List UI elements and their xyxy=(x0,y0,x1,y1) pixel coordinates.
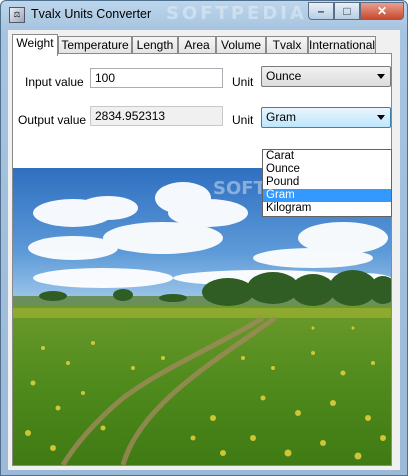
maximize-icon: □ xyxy=(343,4,351,18)
tab-international[interactable]: International xyxy=(308,36,376,54)
close-icon: ✕ xyxy=(376,4,388,18)
close-button[interactable]: ✕ xyxy=(360,2,404,20)
tab-area[interactable]: Area xyxy=(178,36,216,54)
tab-tvalx[interactable]: Tvalx xyxy=(266,36,308,54)
title-bar[interactable]: ⚖ Tvalx Units Converter SOFTPEDIA – □ ✕ xyxy=(1,1,407,29)
input-unit-select[interactable]: Ounce xyxy=(261,66,391,87)
minimize-icon: – xyxy=(317,4,325,18)
tab-volume[interactable]: Volume xyxy=(216,36,266,54)
output-unit-dropdown-list[interactable]: Carat Ounce Pound Gram Kilogram xyxy=(262,149,392,217)
tab-temperature[interactable]: Temperature xyxy=(58,36,132,54)
tab-length[interactable]: Length xyxy=(132,36,178,54)
weight-panel: Input value 100 Unit Ounce Output value … xyxy=(12,53,392,466)
dropdown-option-gram[interactable]: Gram xyxy=(263,189,391,202)
input-unit-value: Ounce xyxy=(266,69,302,83)
maximize-button[interactable]: □ xyxy=(334,2,360,20)
dropdown-option-carat[interactable]: Carat xyxy=(263,150,391,163)
output-unit-select[interactable]: Gram xyxy=(261,107,391,128)
app-window: ⚖ Tvalx Units Converter SOFTPEDIA – □ ✕ … xyxy=(0,0,408,476)
chevron-down-icon xyxy=(377,74,385,79)
dropdown-option-kilogram[interactable]: Kilogram xyxy=(263,202,391,215)
input-unit-label: Unit xyxy=(232,75,254,89)
dropdown-option-pound[interactable]: Pound xyxy=(263,176,391,189)
dropdown-option-ounce[interactable]: Ounce xyxy=(263,163,391,176)
output-value-label: Output value xyxy=(18,113,87,127)
output-unit-value: Gram xyxy=(266,110,296,124)
watermark-text: SOFTPEDIA xyxy=(166,3,307,24)
output-value-field[interactable]: 2834.952313 xyxy=(90,106,223,126)
window-title: Tvalx Units Converter xyxy=(31,7,152,21)
tab-weight[interactable]: Weight xyxy=(12,34,58,56)
app-icon[interactable]: ⚖ xyxy=(9,7,25,23)
input-value-label: Input value xyxy=(25,75,84,89)
minimize-button[interactable]: – xyxy=(308,2,334,20)
input-value-field[interactable]: 100 xyxy=(90,68,223,88)
output-unit-label: Unit xyxy=(232,113,254,127)
chevron-down-icon xyxy=(377,115,385,120)
client-area: Weight Temperature Length Area Volume Tv… xyxy=(8,30,400,470)
